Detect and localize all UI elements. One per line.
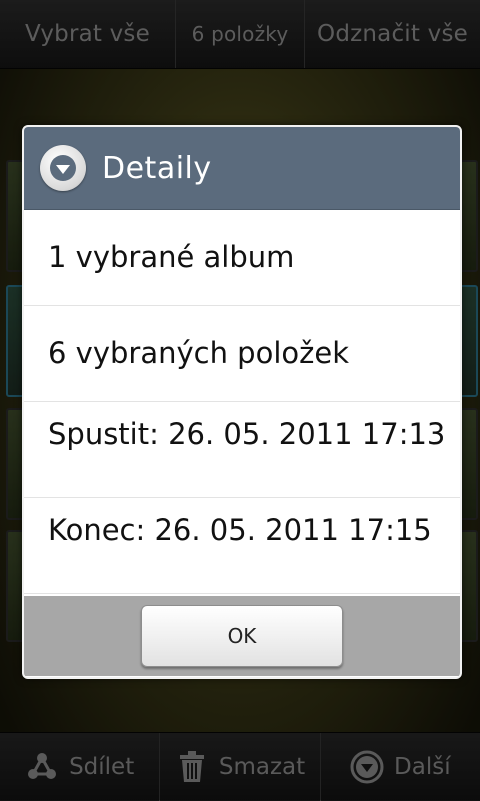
detail-row-end: Konec: 26. 05. 2011 17:15 bbox=[24, 498, 460, 594]
dialog-header: Detaily bbox=[24, 127, 460, 210]
ok-button[interactable]: OK bbox=[141, 605, 343, 667]
detail-row-album: 1 vybrané album bbox=[24, 210, 460, 306]
detail-row-start: Spustit: 26. 05. 2011 17:13 bbox=[24, 402, 460, 498]
dialog-footer: OK bbox=[24, 596, 460, 676]
chevron-down-circle-icon bbox=[40, 145, 86, 191]
details-dialog: Detaily 1 vybrané album 6 vybraných polo… bbox=[22, 125, 462, 679]
dialog-body[interactable]: 1 vybrané album 6 vybraných položek Spus… bbox=[24, 210, 460, 596]
detail-row-items: 6 vybraných položek bbox=[24, 306, 460, 402]
dialog-title: Detaily bbox=[102, 150, 212, 186]
